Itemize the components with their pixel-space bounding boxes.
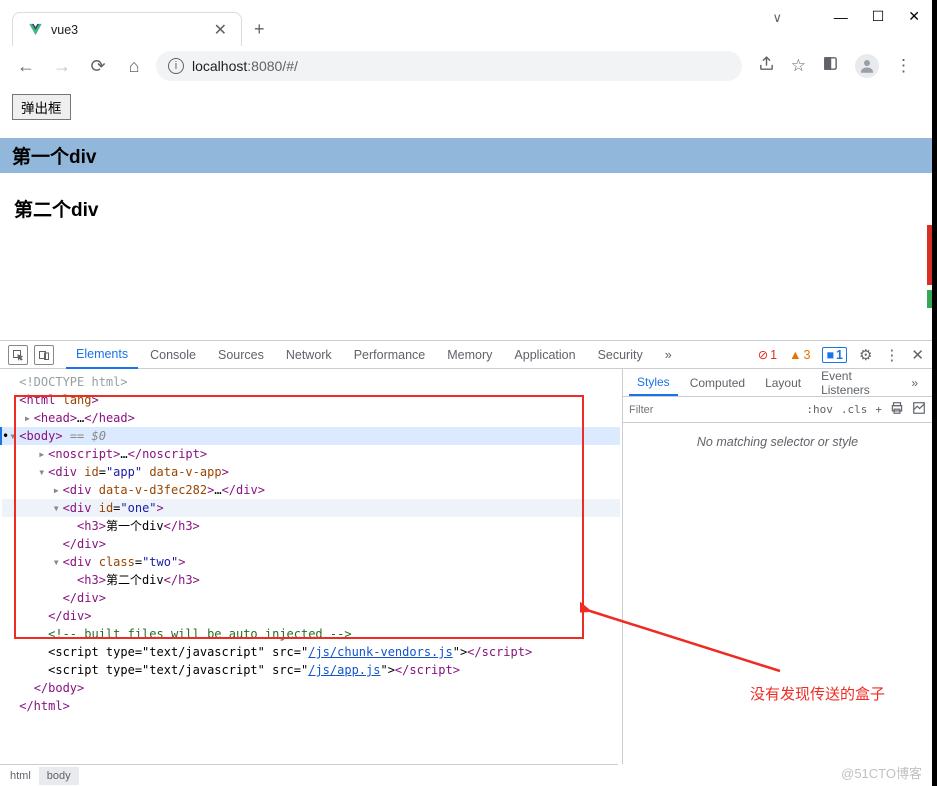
devtools-menu-icon[interactable]: ⋮ — [884, 346, 899, 364]
page-viewport: 弹出框 第一个div 第二个div — [0, 86, 932, 340]
favicon-vue-icon — [27, 22, 43, 38]
profile-avatar-icon[interactable] — [855, 54, 879, 78]
styles-filter-input[interactable] — [629, 404, 798, 416]
styles-filter-row: :hov .cls + — [623, 397, 932, 423]
crumb-html[interactable]: html — [2, 767, 39, 785]
dom-node[interactable]: •▾<body> == $0 — [2, 427, 620, 445]
chrome-menu-icon[interactable]: ⋮ — [895, 56, 912, 76]
devtools-close-icon[interactable]: ✕ — [911, 346, 924, 364]
watermark: @51CTO博客 — [841, 763, 922, 782]
dom-node[interactable]: <!-- built files will be auto injected -… — [2, 625, 620, 643]
toolbar-right: ☆ ⋮ — [750, 54, 920, 78]
styles-tab-computed[interactable]: Computed — [682, 371, 753, 395]
new-tab-button[interactable]: + — [254, 12, 265, 46]
dom-node[interactable]: </div> — [2, 589, 620, 607]
dom-node[interactable]: </html> — [2, 697, 620, 715]
styles-no-match: No matching selector or style — [623, 423, 932, 461]
tab-more[interactable]: » — [655, 342, 682, 368]
crumb-body[interactable]: body — [39, 767, 79, 785]
tab-console[interactable]: Console — [140, 342, 206, 368]
side-decor-green — [927, 290, 932, 308]
dom-node[interactable]: <script type="text/javascript" src="/js/… — [2, 661, 620, 679]
tab-application[interactable]: Application — [504, 342, 585, 368]
styles-tab-more[interactable]: » — [903, 371, 926, 395]
devtools-panel: Elements Console Sources Network Perform… — [0, 340, 932, 786]
computed-styles-icon[interactable] — [912, 401, 926, 418]
popup-button[interactable]: 弹出框 — [12, 94, 71, 120]
tab-title: vue3 — [51, 23, 206, 37]
dom-node[interactable]: <h3>第二个div</h3> — [2, 571, 620, 589]
window-controls: — ☐ ✕ — [834, 8, 920, 25]
site-info-icon[interactable]: i — [168, 58, 184, 74]
url-text: localhost:8080/#/ — [192, 58, 298, 74]
tab-elements[interactable]: Elements — [66, 341, 138, 369]
dom-node[interactable]: </div> — [2, 535, 620, 553]
styles-pane: Styles Computed Layout Event Listeners »… — [622, 369, 932, 764]
cls-toggle[interactable]: .cls — [841, 403, 868, 416]
dom-node[interactable]: </div> — [2, 607, 620, 625]
home-button[interactable]: ⌂ — [120, 52, 148, 80]
select-element-icon[interactable] — [8, 345, 28, 365]
new-style-rule-icon[interactable]: + — [875, 403, 882, 416]
dom-node[interactable]: ▸<div data-v-d3fec282>…</div> — [2, 481, 620, 499]
bookmark-star-icon[interactable]: ☆ — [791, 56, 806, 76]
chevron-down-icon[interactable]: ∨ — [772, 10, 782, 26]
issues-badge[interactable]: ■1 — [822, 347, 847, 363]
reload-button[interactable]: ⟳ — [84, 52, 112, 80]
dom-node[interactable]: ▸<noscript>…</noscript> — [2, 445, 620, 463]
close-window-button[interactable]: ✕ — [908, 8, 920, 25]
tab-memory[interactable]: Memory — [437, 342, 502, 368]
dom-node[interactable]: <html lang> — [2, 391, 620, 409]
device-toolbar-icon[interactable] — [34, 345, 54, 365]
print-media-icon[interactable] — [890, 401, 904, 418]
side-decor-red — [927, 225, 932, 285]
share-icon[interactable] — [758, 55, 775, 77]
browser-tab[interactable]: vue3 ✕ — [12, 12, 242, 46]
devtools-settings-icon[interactable]: ⚙ — [859, 346, 872, 364]
error-badge[interactable]: ⊘1 — [758, 347, 777, 362]
minimize-button[interactable]: — — [834, 9, 848, 25]
browser-chrome: ∨ — ☐ ✕ vue3 ✕ + ← → ⟳ ⌂ i localhost:808… — [0, 0, 932, 86]
tab-strip: vue3 ✕ + — [0, 0, 932, 46]
tab-sources[interactable]: Sources — [208, 342, 274, 368]
warning-badge[interactable]: ▲3 — [789, 348, 810, 362]
dom-node[interactable]: ▾<div class="two"> — [2, 553, 620, 571]
dom-node[interactable]: <h3>第一个div</h3> — [2, 517, 620, 535]
styles-tabs-row: Styles Computed Layout Event Listeners » — [623, 369, 932, 397]
first-div: 第一个div — [0, 138, 932, 173]
tab-network[interactable]: Network — [276, 342, 342, 368]
dom-node[interactable]: <script type="text/javascript" src="/js/… — [2, 643, 620, 661]
elements-tree[interactable]: <!DOCTYPE html> <html lang> ▸<head>…</he… — [0, 369, 622, 764]
tab-close-icon[interactable]: ✕ — [214, 20, 227, 40]
styles-tab-layout[interactable]: Layout — [757, 371, 809, 395]
maximize-button[interactable]: ☐ — [872, 8, 885, 25]
tab-performance[interactable]: Performance — [344, 342, 436, 368]
devtools-tab-row: Elements Console Sources Network Perform… — [0, 341, 932, 369]
second-div: 第二个div — [12, 191, 920, 226]
dom-node[interactable]: ▸<head>…</head> — [2, 409, 620, 427]
dom-node[interactable]: <!DOCTYPE html> — [2, 373, 620, 391]
annotation-text: 没有发现传送的盒子 — [750, 683, 885, 704]
forward-button[interactable]: → — [48, 52, 76, 80]
styles-tab-styles[interactable]: Styles — [629, 370, 678, 396]
breadcrumb: html body — [0, 764, 618, 786]
hov-toggle[interactable]: :hov — [806, 403, 833, 416]
address-bar[interactable]: i localhost:8080/#/ — [156, 51, 742, 81]
back-button[interactable]: ← — [12, 52, 40, 80]
tab-security[interactable]: Security — [588, 342, 653, 368]
dom-node[interactable]: ▾<div id="app" data-v-app> — [2, 463, 620, 481]
dom-node[interactable]: </body> — [2, 679, 620, 697]
address-bar-row: ← → ⟳ ⌂ i localhost:8080/#/ ☆ ⋮ — [0, 46, 932, 86]
dom-node[interactable]: ▾<div id="one"> — [2, 499, 620, 517]
extensions-icon[interactable] — [822, 55, 839, 77]
